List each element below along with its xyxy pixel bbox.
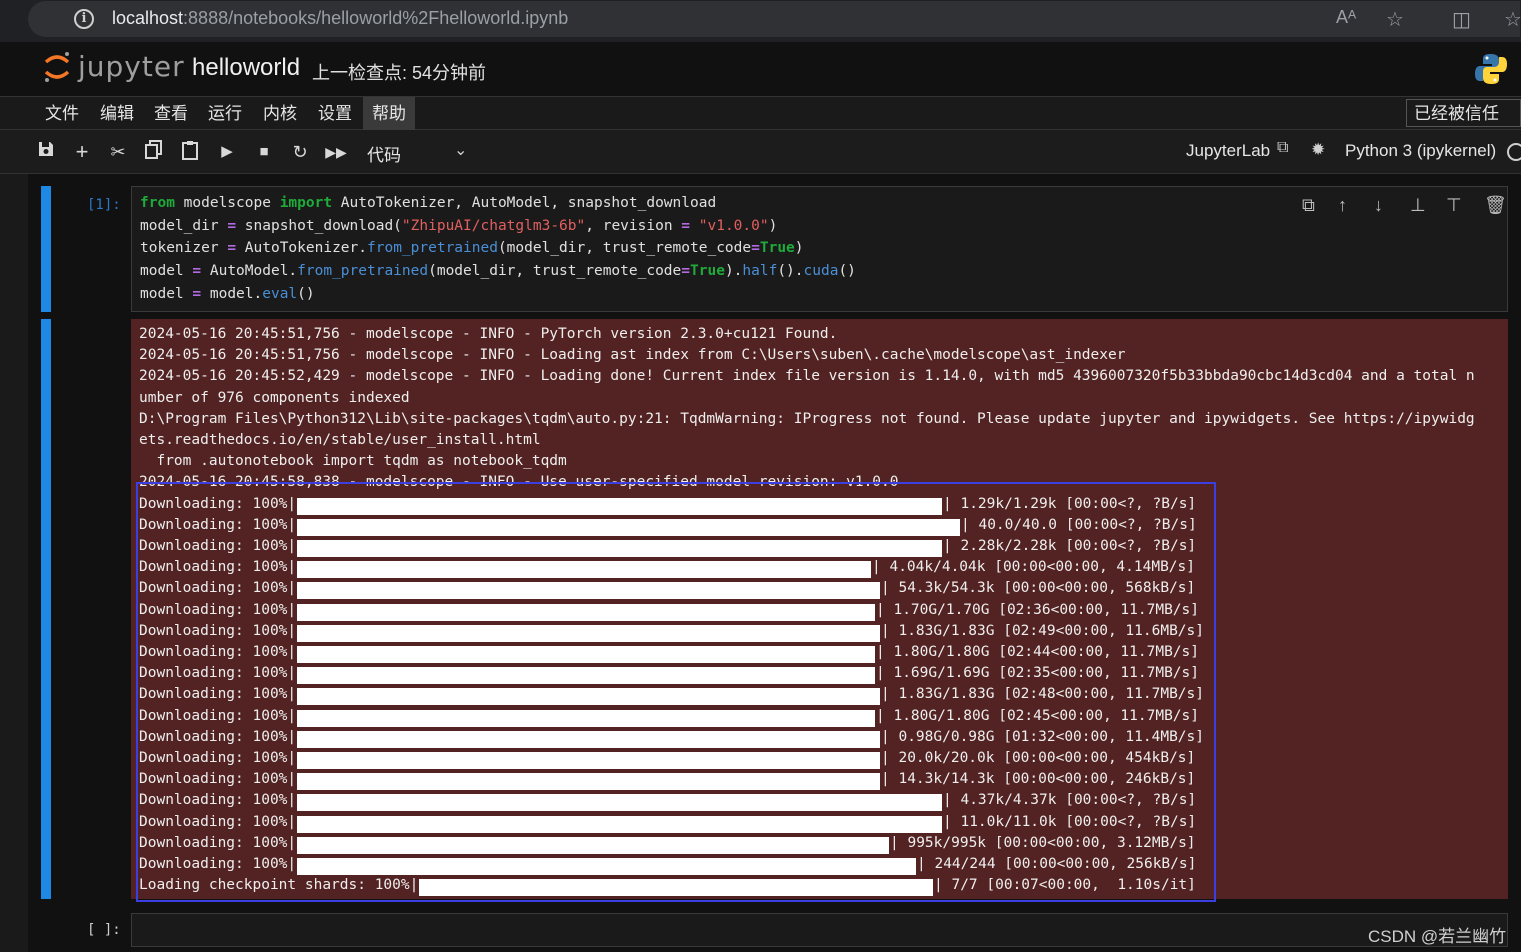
url-text[interactable]: localhost:8888/notebooks/helloworld%2Fhe… <box>112 8 568 29</box>
notebook-toolbar: + ✂ ▶ ■ ↻ ▶▶ 代码 ⌄ JupyterLab ⧉ ✹ Python … <box>0 130 1521 174</box>
paste-icon[interactable] <box>178 140 202 164</box>
url-box[interactable]: i localhost:8888/notebooks/helloworld%2F… <box>28 1 1521 37</box>
browser-address-bar: i localhost:8888/notebooks/helloworld%2F… <box>0 0 1521 42</box>
cell-type-select[interactable]: 代码 <box>367 141 401 166</box>
move-up-icon[interactable]: ↑ <box>1338 195 1347 216</box>
output-line: from .autonotebook import tqdm as notebo… <box>139 453 567 470</box>
code-line: from modelscope import AutoTokenizer, Au… <box>140 195 717 211</box>
code-line: model = AutoModel.from_pretrained(model_… <box>140 263 856 280</box>
site-info-icon[interactable]: i <box>74 9 94 29</box>
menu-view[interactable]: 查看 <box>145 97 197 130</box>
favorite-star-icon[interactable]: ☆ <box>1386 7 1404 32</box>
jupyter-logo-text: jupyter <box>78 50 185 83</box>
external-link-icon[interactable]: ⧉ <box>1277 139 1288 157</box>
run-all-icon[interactable]: ▶▶ <box>324 140 348 164</box>
chevron-down-icon[interactable]: ⌄ <box>454 140 467 160</box>
jupyter-logo-icon[interactable] <box>42 50 72 84</box>
insert-below-icon[interactable]: ⊤ <box>1446 195 1462 216</box>
debugger-bug-icon[interactable]: ✹ <box>1311 140 1325 160</box>
jupyterlab-link[interactable]: JupyterLab <box>1186 141 1270 161</box>
menu-run[interactable]: 运行 <box>199 97 251 130</box>
split-screen-icon[interactable]: ◫ <box>1452 7 1471 32</box>
notebook-name[interactable]: helloworld <box>192 54 300 82</box>
annotation-highlight-box <box>136 482 1216 902</box>
save-icon[interactable] <box>34 140 58 164</box>
output-line: D:\Program Files\Python312\Lib\site-pack… <box>139 410 1475 427</box>
code-line: model_dir = snapshot_download("ZhipuAI/c… <box>140 217 778 234</box>
checkpoint-status: 上一检查点: 54分钟前 <box>312 63 487 83</box>
cut-icon[interactable]: ✂ <box>106 140 130 164</box>
output-line: 2024-05-16 20:45:52,429 - modelscope - I… <box>139 368 1475 385</box>
menu-bar: 文件 编辑 查看 运行 内核 设置 帮助 已经被信任的 <box>0 96 1521 151</box>
trusted-indicator[interactable]: 已经被信任的 <box>1406 99 1521 151</box>
output-line: 2024-05-16 20:45:51,756 - modelscope - I… <box>139 326 838 342</box>
output-line: ets.readthedocs.io/en/stable/user_instal… <box>139 432 541 448</box>
python-logo-icon <box>1475 54 1507 84</box>
menu-kernel[interactable]: 内核 <box>254 97 306 130</box>
add-cell-icon[interactable]: + <box>70 140 94 164</box>
menu-settings[interactable]: 设置 <box>309 97 361 130</box>
menu-help[interactable]: 帮助 <box>363 97 415 130</box>
interrupt-icon[interactable]: ■ <box>252 140 276 164</box>
code-line: model = model.eval() <box>140 285 315 302</box>
cell-prompt: [1]: <box>87 197 121 213</box>
restart-icon[interactable]: ↻ <box>288 140 312 164</box>
output-line: 2024-05-16 20:45:51,756 - modelscope - I… <box>139 347 1126 364</box>
empty-cell-prompt: [ ]: <box>87 922 121 938</box>
insert-above-icon[interactable]: ⊥ <box>1410 195 1426 216</box>
read-aloud-icon[interactable]: Aᴬ <box>1336 7 1356 28</box>
kernel-status-icon <box>1507 143 1521 161</box>
copy-icon[interactable] <box>142 140 166 164</box>
code-line: tokenizer = AutoTokenizer.from_pretraine… <box>140 240 804 257</box>
move-down-icon[interactable]: ↓ <box>1374 195 1383 216</box>
left-gutter <box>0 174 28 952</box>
delete-cell-icon[interactable]: 🗑 <box>1484 195 1507 216</box>
duplicate-cell-icon[interactable]: ⧉ <box>1302 195 1315 216</box>
kernel-name[interactable]: Python 3 (ipykernel) <box>1345 141 1496 161</box>
empty-code-cell[interactable] <box>131 913 1508 947</box>
cell-active-indicator[interactable] <box>41 186 51 312</box>
menu-edit[interactable]: 编辑 <box>91 97 143 130</box>
output-line: umber of 976 components indexed <box>139 389 410 406</box>
output-collapse-bar[interactable] <box>41 319 51 899</box>
watermark: CSDN @若兰幽竹 <box>1368 927 1507 946</box>
favorites-icon[interactable]: ☆ <box>1504 7 1521 32</box>
menu-file[interactable]: 文件 <box>36 97 88 130</box>
run-icon[interactable]: ▶ <box>215 140 239 164</box>
